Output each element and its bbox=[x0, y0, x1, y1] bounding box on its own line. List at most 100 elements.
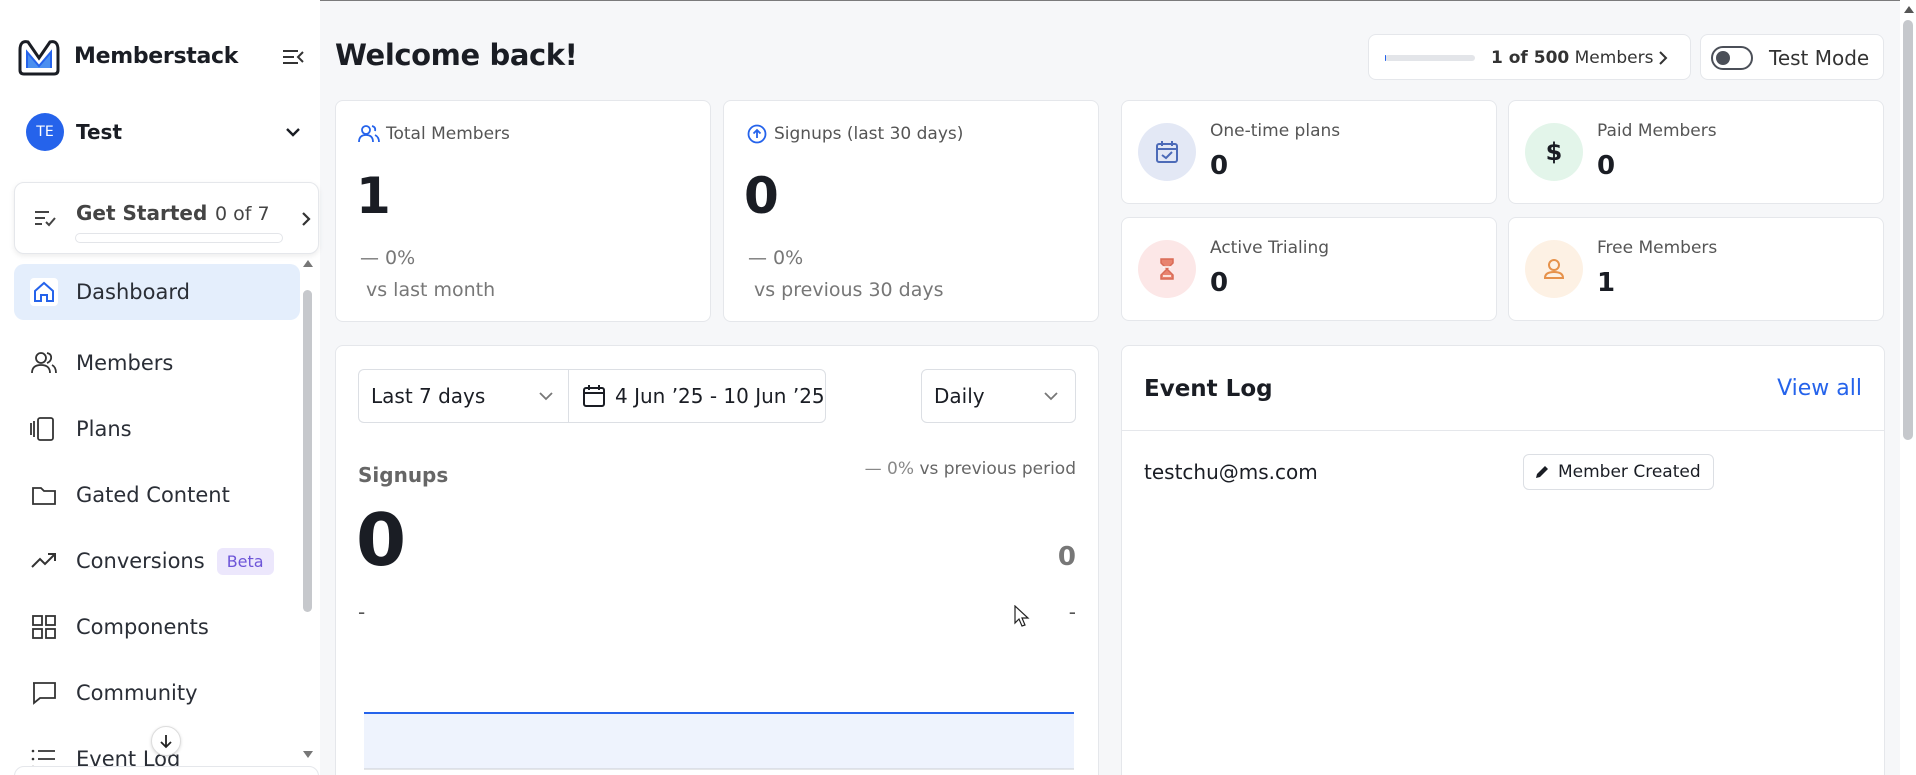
folder-icon bbox=[32, 487, 56, 505]
arrow-down-icon bbox=[160, 735, 172, 749]
page-scrollbar-thumb[interactable] bbox=[1903, 20, 1913, 440]
active-trialing-value: 0 bbox=[1210, 268, 1229, 298]
calendar-check-icon bbox=[1138, 123, 1196, 181]
event-email: testchu@ms.com bbox=[1144, 460, 1318, 484]
brand-name: Memberstack bbox=[74, 43, 239, 69]
get-started-title: Get Started bbox=[76, 201, 208, 225]
home-icon bbox=[30, 278, 58, 306]
test-mode-label: Test Mode bbox=[1769, 46, 1870, 70]
sidebar-item-gated-content[interactable]: Gated Content bbox=[14, 462, 300, 528]
sidebar-item-community[interactable]: Community bbox=[14, 660, 300, 726]
pencil-icon bbox=[1536, 466, 1548, 478]
sidebar-item-label: Gated Content bbox=[76, 483, 230, 507]
sidebar: Memberstack TE Test Get Started 0 of 7 D… bbox=[0, 0, 320, 775]
sidebar-item-members[interactable]: Members bbox=[14, 330, 300, 396]
arrow-up-circle-icon bbox=[747, 124, 767, 144]
signups-30-comparison: vs previous 30 days bbox=[754, 279, 944, 301]
brand[interactable]: Memberstack bbox=[14, 36, 238, 76]
total-members-card: Total Members 1 — 0% vs last month bbox=[335, 100, 711, 322]
sidebar-footer-card bbox=[14, 766, 319, 775]
plans-icon bbox=[30, 417, 54, 441]
beta-badge: Beta bbox=[216, 547, 274, 575]
view-all-link[interactable]: View all bbox=[1777, 376, 1862, 401]
mouse-cursor-icon bbox=[1014, 605, 1030, 627]
checklist-icon bbox=[35, 211, 56, 227]
sidebar-item-conversions[interactable]: Conversions Beta bbox=[14, 528, 300, 594]
total-members-value: 1 bbox=[356, 167, 391, 225]
chevron-down-icon bbox=[286, 128, 300, 137]
get-started-count: 0 of 7 bbox=[215, 203, 270, 225]
signups-comparison: — 0% vs previous period bbox=[864, 459, 1076, 479]
chevron-right-icon bbox=[302, 212, 311, 226]
signups-chart-card: Last 7 days 4 Jun ’25 - 10 Jun ’25 Daily… bbox=[335, 345, 1099, 775]
toggle-knob bbox=[1716, 51, 1730, 65]
event-row[interactable]: testchu@ms.com Member Created bbox=[1144, 454, 1864, 494]
one-time-plans-label: One-time plans bbox=[1210, 121, 1341, 141]
sidebar-item-label: Members bbox=[76, 351, 174, 375]
trending-up-icon bbox=[31, 553, 56, 568]
users-icon bbox=[31, 352, 57, 374]
workspace-name: Test bbox=[76, 120, 123, 144]
signups-30-value: 0 bbox=[744, 167, 779, 225]
workspace-selector[interactable]: TE Test bbox=[26, 112, 302, 152]
sidebar-nav: Dashboard Members Plans Gated Content Co… bbox=[14, 264, 300, 775]
total-members-delta: — 0% bbox=[360, 247, 416, 269]
members-usage-pill[interactable]: 1 of 500 Members bbox=[1368, 34, 1691, 80]
sidebar-item-dashboard[interactable]: Dashboard bbox=[14, 264, 300, 320]
signups-area-chart bbox=[364, 712, 1074, 770]
sidebar-item-label: Dashboard bbox=[76, 280, 190, 304]
members-usage-bar bbox=[1385, 55, 1475, 61]
signups-start-label: - bbox=[358, 600, 366, 624]
sidebar-item-label: Conversions bbox=[76, 549, 205, 573]
sidebar-item-components[interactable]: Components bbox=[14, 594, 300, 660]
users-icon bbox=[358, 125, 380, 143]
chevron-down-icon bbox=[539, 392, 553, 401]
interval-select[interactable]: Daily bbox=[921, 369, 1076, 423]
workspace-avatar: TE bbox=[26, 113, 64, 151]
paid-members-label: Paid Members bbox=[1597, 121, 1717, 141]
scroll-up-arrow-icon[interactable] bbox=[302, 258, 314, 268]
signups-30-card: Signups (last 30 days) 0 — 0% vs previou… bbox=[723, 100, 1099, 322]
active-trialing-card: Active Trialing 0 bbox=[1121, 217, 1497, 321]
total-members-label: Total Members bbox=[358, 123, 510, 145]
get-started-card[interactable]: Get Started 0 of 7 bbox=[14, 182, 319, 254]
chevron-right-icon bbox=[1659, 51, 1668, 65]
scroll-up-arrow-icon[interactable] bbox=[1904, 5, 1914, 13]
calendar-icon bbox=[583, 385, 605, 407]
chevron-down-icon bbox=[1044, 392, 1058, 401]
date-range-picker[interactable]: 4 Jun ’25 - 10 Jun ’25 bbox=[568, 369, 826, 423]
test-mode-control: Test Mode bbox=[1700, 34, 1884, 80]
get-started-progress bbox=[75, 233, 283, 243]
scroll-down-button[interactable] bbox=[151, 726, 181, 756]
grid-icon bbox=[32, 615, 56, 639]
collapse-sidebar-icon[interactable] bbox=[280, 46, 306, 68]
range-select[interactable]: Last 7 days bbox=[358, 369, 568, 423]
active-trialing-label: Active Trialing bbox=[1210, 238, 1330, 258]
signups-max-value: 0 bbox=[1057, 542, 1076, 572]
sidebar-item-plans[interactable]: Plans bbox=[14, 396, 300, 462]
divider bbox=[1122, 430, 1884, 431]
scroll-down-arrow-icon[interactable] bbox=[302, 750, 314, 760]
free-members-card: Free Members 1 bbox=[1508, 217, 1884, 321]
event-log-card: Event Log View all testchu@ms.com Member… bbox=[1121, 345, 1885, 775]
one-time-plans-value: 0 bbox=[1210, 151, 1229, 181]
free-members-label: Free Members bbox=[1597, 238, 1718, 258]
hourglass-icon bbox=[1138, 240, 1196, 298]
sidebar-scrollbar-thumb[interactable] bbox=[303, 290, 312, 612]
sidebar-item-label: Community bbox=[76, 681, 198, 705]
signups-value: 0 bbox=[356, 498, 407, 582]
free-members-value: 1 bbox=[1597, 268, 1616, 298]
event-log-title: Event Log bbox=[1144, 376, 1273, 402]
page-title: Welcome back! bbox=[335, 38, 578, 72]
paid-members-card: $ Paid Members 0 bbox=[1508, 100, 1884, 204]
dollar-icon: $ bbox=[1525, 123, 1583, 181]
signups-end-label: - bbox=[1068, 600, 1076, 624]
sidebar-item-label: Components bbox=[76, 615, 209, 639]
signups-area-fill bbox=[364, 713, 1074, 769]
one-time-plans-card: One-time plans 0 bbox=[1121, 100, 1497, 204]
signups-30-label: Signups (last 30 days) bbox=[746, 123, 963, 145]
paid-members-value: 0 bbox=[1597, 151, 1616, 181]
event-type-badge: Member Created bbox=[1523, 454, 1714, 490]
test-mode-toggle[interactable] bbox=[1711, 46, 1753, 70]
members-usage-text: 1 of 500 Members bbox=[1491, 48, 1654, 68]
